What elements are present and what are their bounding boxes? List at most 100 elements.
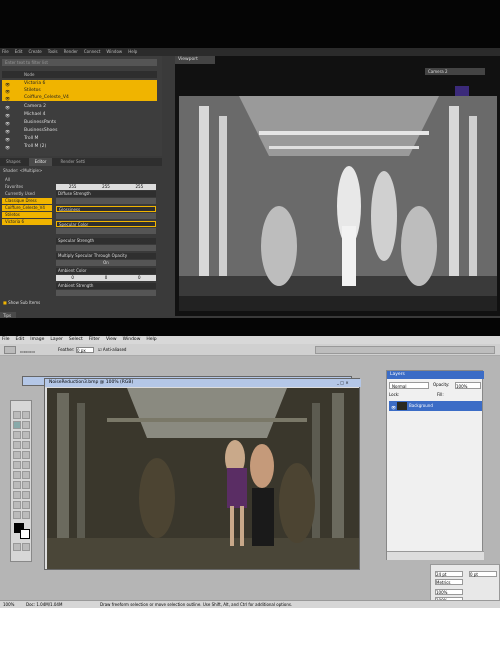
antialiased-checkbox[interactable]: ☑ Anti-aliased — [98, 344, 126, 356]
scene-item-camera2[interactable]: 👁 Camera 2 — [2, 103, 157, 110]
specular-color-swatch[interactable] — [56, 228, 156, 234]
ps-menu-view[interactable]: View — [106, 336, 117, 344]
scene-item-trollm2[interactable]: 👁 Troll M (2) — [2, 143, 157, 150]
blur-tool-icon[interactable] — [13, 471, 21, 479]
kerning-select[interactable]: Metrics — [435, 579, 463, 585]
scene-item-businessshoes[interactable]: 👁 BusinessShoes — [2, 127, 157, 134]
ps-menu-edit[interactable]: Edit — [16, 336, 25, 344]
ps-menu-filter[interactable]: Filter — [89, 336, 100, 344]
visibility-eye-icon[interactable]: 👁 — [5, 136, 10, 143]
path-selection-tool-icon[interactable] — [13, 481, 21, 489]
leading-input[interactable]: 0 pt — [469, 571, 497, 577]
scene-filter-input[interactable]: Enter text to filter list — [2, 59, 157, 66]
ps-menu-image[interactable]: Image — [30, 336, 44, 344]
menu-render[interactable]: Render — [64, 48, 78, 56]
menu-window[interactable]: Window — [106, 48, 122, 56]
visibility-eye-icon[interactable]: 👁 — [5, 112, 10, 119]
screen-mode-icon[interactable] — [22, 543, 30, 551]
glossiness-slider[interactable] — [56, 213, 156, 219]
blend-mode-select[interactable]: Normal — [389, 382, 429, 389]
scene-item-michael4[interactable]: 👁 Michael 4 — [2, 111, 157, 118]
surface-stiletos[interactable]: Stiletos — [2, 212, 52, 218]
move-tool-icon[interactable] — [22, 411, 30, 419]
surface-coiffure[interactable]: Coiffure_Celeste_V4 — [2, 205, 52, 211]
ps-menu-file[interactable]: File — [2, 336, 10, 344]
prop-multiply-specular: Multiply Specular Through Opacity — [56, 253, 156, 259]
healing-brush-tool-icon[interactable] — [13, 441, 21, 449]
menu-help[interactable]: Help — [128, 48, 137, 56]
hand-tool-icon[interactable] — [13, 511, 21, 519]
tab-viewport[interactable]: Viewport — [175, 56, 215, 64]
lasso-tool-icon[interactable] — [4, 346, 16, 354]
surface-filter-currently-used[interactable]: Currently Used — [2, 191, 52, 197]
magic-wand-tool-icon[interactable] — [22, 421, 30, 429]
notes-tool-icon[interactable] — [13, 501, 21, 509]
surface-filter-all[interactable]: All — [2, 177, 52, 183]
marquee-tool-icon[interactable] — [13, 411, 21, 419]
selection-mode-icons[interactable]: ▭▭▭▭ — [20, 346, 50, 354]
font-size-input[interactable]: 24 pt — [435, 571, 463, 577]
ps-menu-select[interactable]: Select — [69, 336, 83, 344]
visibility-eye-icon[interactable]: 👁 — [5, 128, 10, 135]
scene-item-businesspants[interactable]: 👁 BusinessPants — [2, 119, 157, 126]
pen-tool-icon[interactable] — [13, 491, 21, 499]
prop-ambient-color: Ambient Color — [56, 268, 156, 274]
ambient-strength-slider[interactable] — [56, 290, 156, 296]
type-tool-icon[interactable] — [22, 481, 30, 489]
surface-classique-dress[interactable]: Classique Dress — [2, 198, 52, 204]
window-controls[interactable]: _ □ × — [337, 380, 357, 386]
zoom-tool-icon[interactable] — [22, 511, 30, 519]
diffuse-strength-slider[interactable] — [56, 198, 156, 204]
surfaces-tabs: Shapes Editor Render Setti — [0, 158, 162, 166]
background-color-swatch[interactable] — [20, 529, 30, 539]
layer-visibility-eye-icon[interactable]: 👁 — [391, 403, 396, 413]
ambient-color-field[interactable]: 0 0 0 — [56, 275, 156, 281]
visibility-eye-icon[interactable]: 👁 — [5, 120, 10, 127]
crop-tool-icon[interactable] — [13, 431, 21, 439]
eyedropper-tool-icon[interactable] — [22, 501, 30, 509]
tab-editor[interactable]: Editor — [28, 158, 53, 166]
eraser-tool-icon[interactable] — [13, 461, 21, 469]
ps-menu-window[interactable]: Window — [123, 336, 141, 344]
ps-menu-help[interactable]: Help — [146, 336, 156, 344]
menu-file[interactable]: File — [2, 48, 9, 56]
shape-tool-icon[interactable] — [22, 491, 30, 499]
scene-item-stiletos[interactable]: 👁 Stiletos — [2, 87, 157, 94]
multiply-specular-toggle[interactable]: On — [56, 260, 156, 266]
quick-mask-icon[interactable] — [13, 543, 21, 551]
bottom-black-band — [0, 318, 500, 336]
menu-tools[interactable]: Tools — [48, 48, 58, 56]
scene-item-victoria6[interactable]: 👁 Victoria 6 — [2, 80, 157, 87]
show-sub-items-checkbox[interactable]: ■ Show Sub Items — [3, 300, 63, 306]
layer-row-background[interactable]: 👁 Background — [389, 401, 482, 411]
vertical-scale-input[interactable]: 100% — [435, 589, 463, 595]
lasso-tool-icon[interactable] — [13, 421, 21, 429]
viewport-render[interactable] — [179, 96, 497, 311]
surface-filter-favorites[interactable]: Favorites — [2, 184, 52, 190]
dodge-tool-icon[interactable] — [22, 471, 30, 479]
clone-stamp-tool-icon[interactable] — [13, 451, 21, 459]
gradient-tool-icon[interactable] — [22, 461, 30, 469]
visibility-eye-icon[interactable]: 👁 — [5, 95, 10, 102]
menu-edit[interactable]: Edit — [15, 48, 23, 56]
specular-strength-slider[interactable] — [56, 245, 156, 251]
menu-create[interactable]: Create — [28, 48, 41, 56]
brush-tool-icon[interactable] — [22, 441, 30, 449]
scene-item-trollm[interactable]: 👁 Troll M — [2, 135, 157, 142]
slice-tool-icon[interactable] — [22, 431, 30, 439]
document-canvas[interactable] — [47, 388, 359, 569]
diffuse-color-field[interactable]: 255 255 255 — [56, 184, 156, 190]
scene-item-coiffure[interactable]: 👁 Coiffure_Celeste_V4 — [2, 94, 157, 101]
feather-input[interactable]: 0 px — [76, 347, 94, 353]
ps-menu-layer[interactable]: Layer — [50, 336, 63, 344]
visibility-eye-icon[interactable]: 👁 — [5, 144, 10, 151]
history-brush-tool-icon[interactable] — [22, 451, 30, 459]
tab-shapes[interactable]: Shapes — [0, 158, 27, 166]
surface-victoria6[interactable]: Victoria 6 — [2, 219, 52, 225]
visibility-eye-icon[interactable]: 👁 — [5, 104, 10, 111]
camera-select[interactable]: Camera 2 — [425, 68, 485, 75]
menu-connect[interactable]: Connect — [84, 48, 101, 56]
surfaces-panel: Shapes Editor Render Setti Shader: <Mult… — [0, 158, 162, 320]
tab-render-settings[interactable]: Render Setti — [54, 158, 91, 166]
opacity-input[interactable]: 100% — [455, 382, 481, 389]
